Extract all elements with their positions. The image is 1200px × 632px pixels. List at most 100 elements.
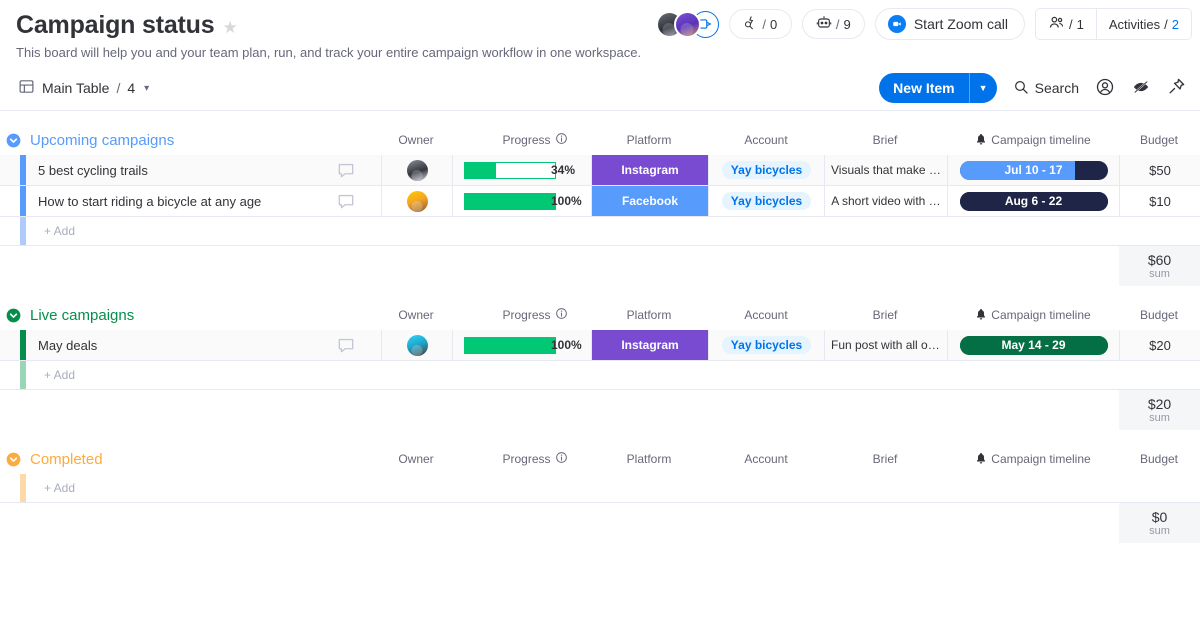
star-icon[interactable]: ★	[222, 19, 237, 36]
avatar[interactable]	[673, 10, 701, 38]
view-name: Main Table	[42, 80, 110, 96]
table-row[interactable]: How to start riding a bicycle at any age…	[0, 186, 1200, 217]
item-name[interactable]: How to start riding a bicycle at any age	[38, 186, 261, 216]
chat-bubble-icon[interactable]	[336, 186, 356, 216]
search-button[interactable]: Search	[1013, 79, 1079, 98]
cell-brief[interactable]: Fun post with all ou…	[824, 330, 947, 360]
board-members-button[interactable]: / 1	[1036, 9, 1096, 39]
timeline-bar: May 14 - 29	[959, 335, 1108, 355]
account-link[interactable]: Yay bicycles	[721, 161, 812, 179]
column-header-budget[interactable]: Budget	[1089, 125, 1200, 155]
add-item-label[interactable]: + Add	[44, 217, 75, 245]
add-item-label[interactable]: + Add	[44, 361, 75, 389]
column-header-brief[interactable]: Brief	[815, 300, 955, 330]
column-header-budget[interactable]: Budget	[1089, 300, 1200, 330]
cell-platform[interactable]: Facebook	[591, 186, 708, 216]
chevron-down-icon[interactable]: ▼	[968, 73, 997, 103]
cell-progress[interactable]: 34%	[452, 155, 591, 185]
info-icon[interactable]	[555, 132, 568, 148]
group-header: Completed Owner Progress Platform Account Bri…	[0, 444, 1200, 474]
column-label-progress: Progress	[502, 452, 551, 466]
column-header-budget[interactable]: Budget	[1089, 444, 1200, 474]
avatar[interactable]	[406, 334, 428, 356]
cell-budget[interactable]: $20	[1119, 330, 1200, 360]
board-members-avatars[interactable]	[655, 10, 719, 38]
cell-brief[interactable]: Visuals that make y…	[824, 155, 947, 185]
activities-button[interactable]: Activities / 2	[1095, 9, 1191, 39]
automations-button[interactable]: / 9	[801, 9, 865, 39]
table-row[interactable]: 5 best cycling trails 34% Instagram Yay bic…	[0, 155, 1200, 186]
cell-timeline[interactable]: May 14 - 29	[947, 330, 1119, 360]
cell-progress[interactable]: 100%	[452, 186, 591, 216]
cell-budget[interactable]: $10	[1119, 186, 1200, 216]
chevron-down-icon[interactable]: ▾	[144, 83, 149, 94]
avatar[interactable]	[406, 190, 428, 212]
account-link[interactable]: Yay bicycles	[721, 336, 812, 354]
column-header-timeline[interactable]: Campaign timeline	[963, 125, 1103, 155]
cell-owner[interactable]	[381, 155, 452, 185]
cell-account[interactable]: Yay bicycles	[708, 186, 824, 216]
board-groups: Upcoming campaigns Owner Progress Platform A…	[0, 125, 1200, 543]
automations-count: 9	[843, 16, 851, 32]
column-headers: Owner Progress Platform Account Brief Campaig…	[0, 300, 1200, 330]
cell-timeline[interactable]: Aug 6 - 22	[947, 186, 1119, 216]
view-separator: /	[116, 80, 121, 96]
item-name[interactable]: 5 best cycling trails	[38, 155, 148, 185]
cell-platform[interactable]: Instagram	[591, 330, 708, 360]
account-link[interactable]: Yay bicycles	[721, 192, 812, 210]
timeline-label: May 14 - 29	[1001, 338, 1066, 352]
brief-text: Visuals that make y…	[831, 163, 941, 177]
person-filter-button[interactable]	[1095, 77, 1115, 100]
column-header-brief[interactable]: Brief	[815, 444, 955, 474]
cell-owner[interactable]	[381, 186, 452, 216]
item-name[interactable]: May deals	[38, 330, 97, 360]
timeline-label: Aug 6 - 22	[1004, 194, 1063, 208]
budget-value: $50	[1149, 162, 1171, 178]
cell-brief[interactable]: A short video with …	[824, 186, 947, 216]
board-description: This board will help you and your team p…	[16, 45, 642, 60]
progress-bar-fill	[465, 337, 555, 353]
info-icon[interactable]	[555, 307, 568, 323]
add-item-row[interactable]: + Add	[0, 217, 1200, 246]
pin-button[interactable]	[1167, 77, 1186, 99]
search-icon	[1013, 79, 1029, 98]
integrations-icon	[743, 15, 758, 33]
column-label-timeline: Campaign timeline	[991, 452, 1091, 466]
start-zoom-call-label: Start Zoom call	[913, 16, 1008, 32]
cell-timeline[interactable]: Jul 10 - 17	[947, 155, 1119, 185]
column-label-brief: Brief	[872, 133, 898, 147]
add-row-color-bar	[20, 217, 26, 245]
column-header-brief[interactable]: Brief	[815, 125, 955, 155]
progress-percent: 100%	[551, 194, 582, 208]
integrations-button[interactable]: / 0	[728, 9, 792, 39]
avatar[interactable]	[406, 159, 428, 181]
status-badge: Instagram	[592, 155, 708, 185]
add-item-row[interactable]: + Add	[0, 474, 1200, 503]
start-zoom-call-button[interactable]: Start Zoom call	[874, 8, 1025, 40]
cell-budget[interactable]: $50	[1119, 155, 1200, 185]
header-actions: / 0 / 9 Start Zoom call / 1 Activities /…	[655, 8, 1192, 40]
column-header-timeline[interactable]: Campaign timeline	[963, 300, 1103, 330]
column-label-budget: Budget	[1139, 452, 1179, 466]
cell-account[interactable]: Yay bicycles	[708, 330, 824, 360]
chat-bubble-icon[interactable]	[336, 330, 356, 360]
add-row-color-bar	[20, 474, 26, 502]
column-label-account: Account	[744, 308, 788, 322]
budget-sum-label: sum	[1149, 524, 1170, 537]
info-icon[interactable]	[555, 451, 568, 467]
hide-columns-button[interactable]	[1131, 78, 1151, 99]
row-color-bar	[20, 155, 26, 185]
column-header-timeline[interactable]: Campaign timeline	[963, 444, 1103, 474]
cell-platform[interactable]: Instagram	[591, 155, 708, 185]
group-1: Upcoming campaigns Owner Progress Platform A…	[0, 125, 1200, 286]
add-item-label[interactable]: + Add	[44, 474, 75, 502]
tab-main-table[interactable]: Main Table / 4 ▾	[12, 74, 155, 102]
new-item-button[interactable]: New Item ▼	[879, 73, 997, 103]
chat-bubble-icon[interactable]	[336, 155, 356, 185]
cell-owner[interactable]	[381, 330, 452, 360]
add-item-row[interactable]: + Add	[0, 361, 1200, 390]
table-row[interactable]: May deals 100% Instagram Yay bicycles Fun po…	[0, 330, 1200, 361]
cell-account[interactable]: Yay bicycles	[708, 155, 824, 185]
cell-progress[interactable]: 100%	[452, 330, 591, 360]
group-header: Upcoming campaigns Owner Progress Platform A…	[0, 125, 1200, 155]
